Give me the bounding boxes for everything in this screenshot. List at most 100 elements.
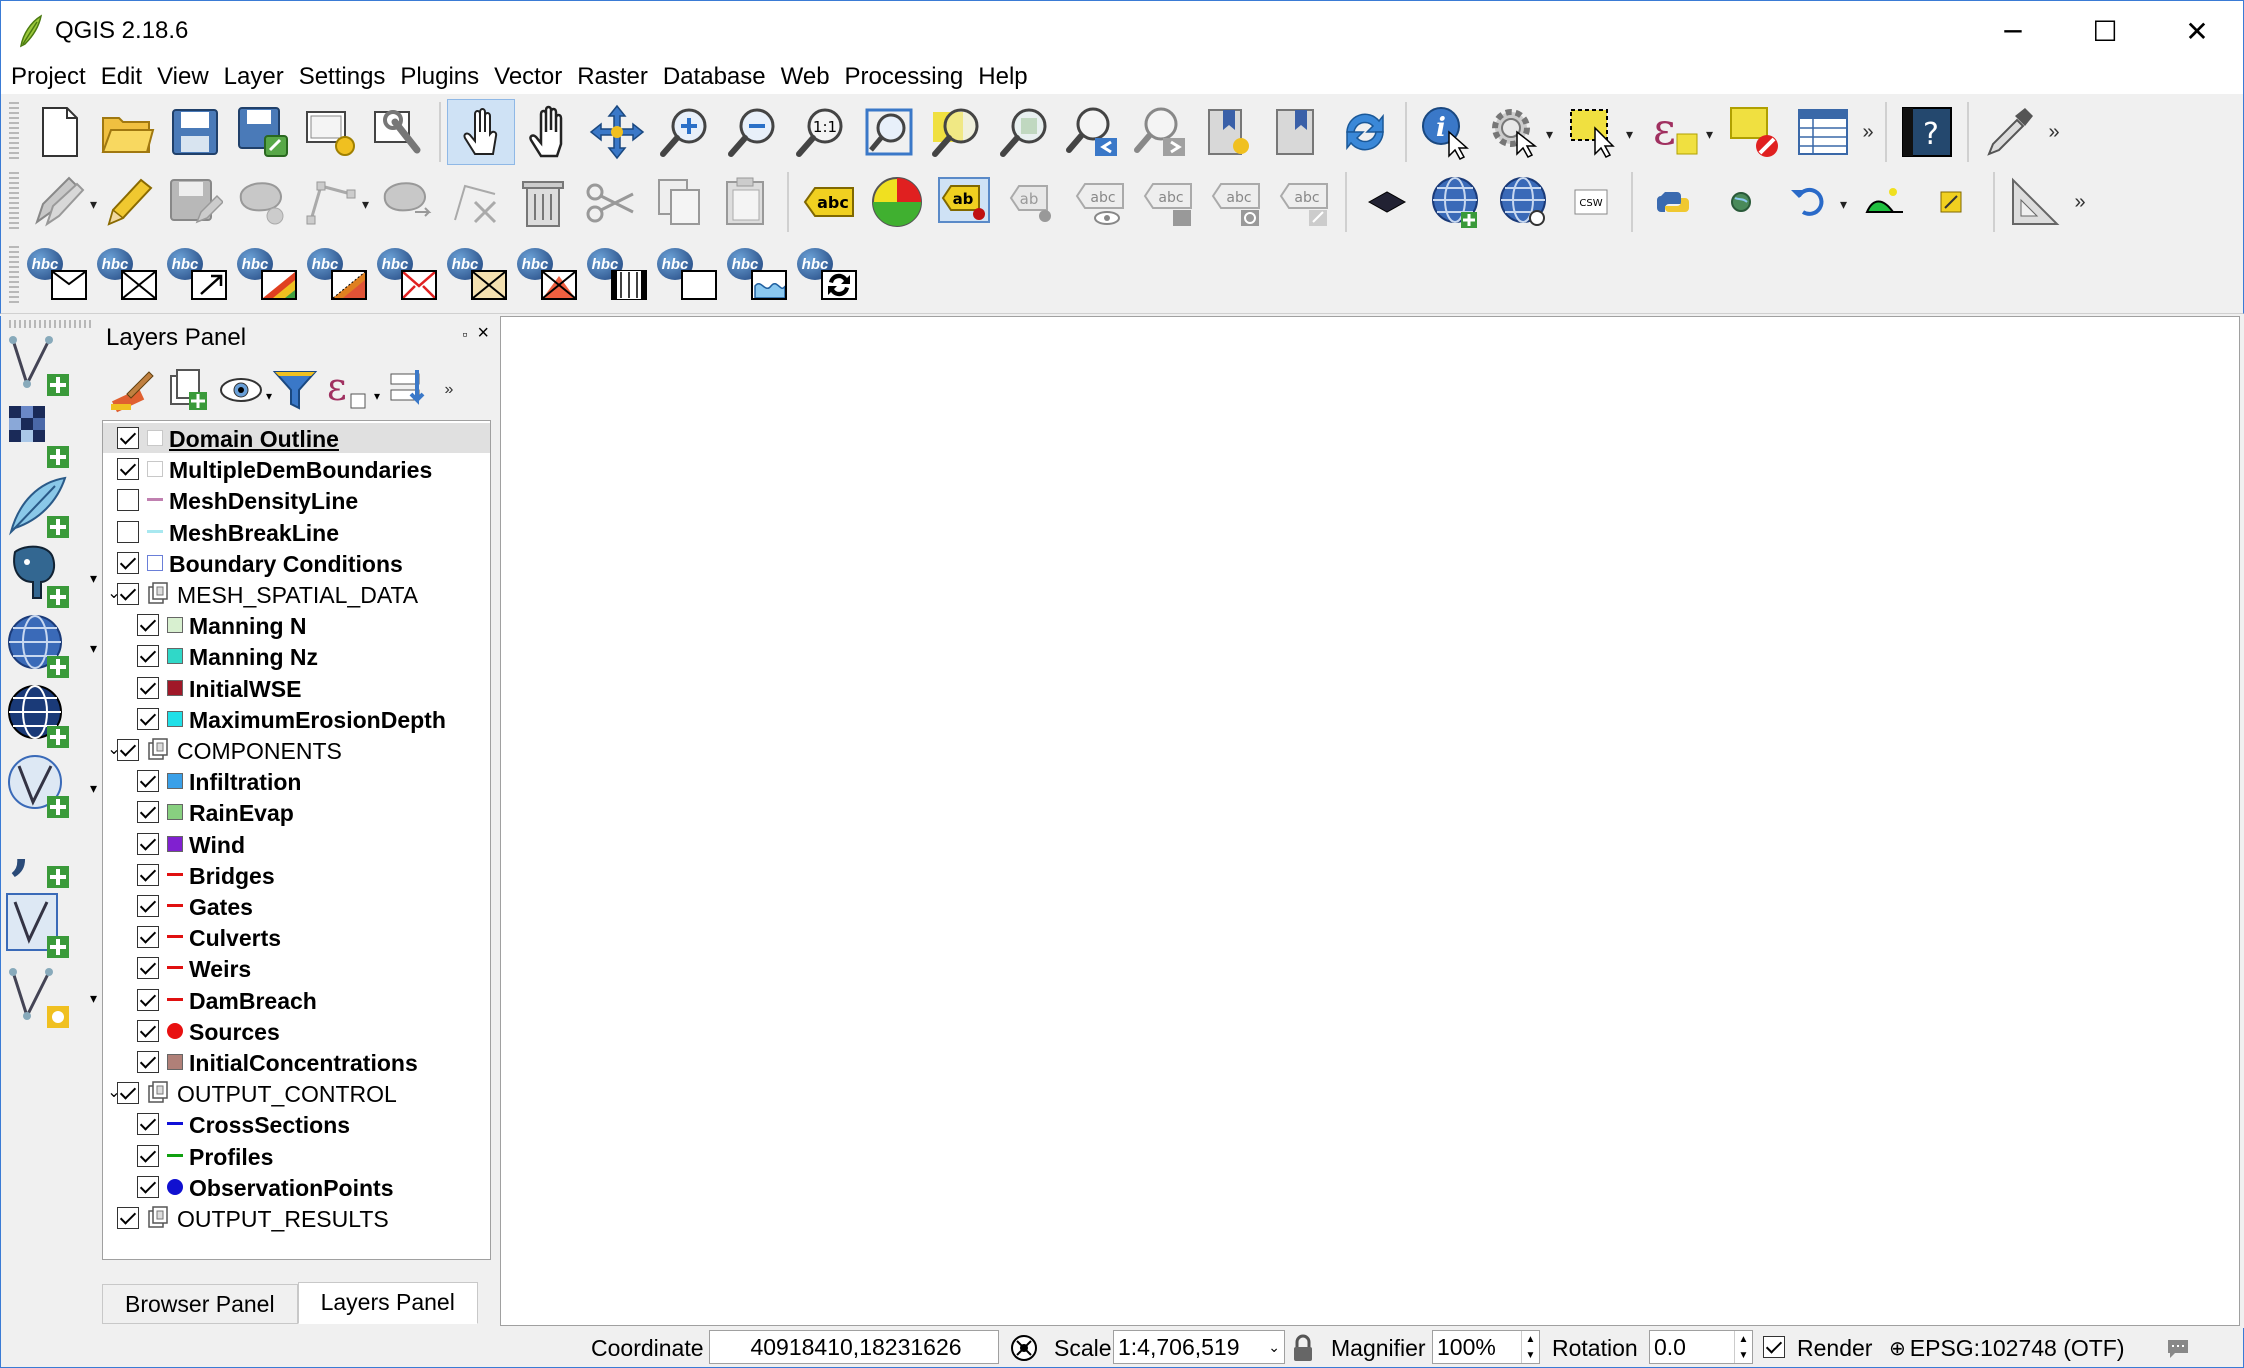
layer-row[interactable]: Domain Outline <box>103 423 490 453</box>
layer-visibility-checkbox[interactable] <box>137 676 159 699</box>
layer-visibility-checkbox[interactable] <box>117 427 139 449</box>
layer-visibility-checkbox[interactable] <box>137 1113 159 1136</box>
zoom-to-selection-button[interactable] <box>923 99 991 165</box>
panel-toolbar-more-button[interactable]: » <box>438 381 460 399</box>
cut-features-button[interactable] <box>577 169 645 235</box>
coordinate-field[interactable]: 40918410,18231626 <box>709 1330 999 1364</box>
layer-visibility-checkbox[interactable] <box>137 801 159 824</box>
magnifier-spinbox[interactable]: 100% ▲ ▼ <box>1432 1330 1540 1364</box>
layer-visibility-checkbox[interactable] <box>137 926 159 949</box>
value-tool-button[interactable] <box>1975 99 2043 165</box>
add-wms-layer-side-button[interactable]: ▾ <box>5 612 97 680</box>
hbc-red-envelope-button[interactable]: hbc <box>375 246 445 306</box>
move-feature-button[interactable] <box>373 169 441 235</box>
layer-row[interactable]: Manning Nz <box>103 641 490 671</box>
hbc-yellow-cross-button[interactable]: hbc <box>445 246 515 306</box>
copy-features-button[interactable] <box>645 169 713 235</box>
render-checkbox[interactable] <box>1763 1336 1785 1358</box>
composer-manager-button[interactable] <box>365 99 433 165</box>
add-feature-button[interactable] <box>229 169 297 235</box>
layer-visibility-checkbox[interactable] <box>117 583 139 605</box>
add-raster-layer-button[interactable] <box>5 402 85 470</box>
add-spatialite-layer-button[interactable] <box>5 472 85 540</box>
terrain-profile-button[interactable] <box>1851 169 1919 235</box>
toolbar-handle[interactable] <box>9 172 19 232</box>
expand-all-button[interactable] <box>384 363 438 417</box>
layer-row[interactable]: Infiltration <box>103 766 490 796</box>
zoom-full-button[interactable] <box>855 99 923 165</box>
save-as-button[interactable] <box>229 99 297 165</box>
hbc-contour-button[interactable]: hbc <box>305 246 375 306</box>
pin-unpin-labels-button[interactable]: ab <box>999 169 1067 235</box>
hbc-chart-button[interactable]: hbc <box>725 246 795 306</box>
menu-plugins[interactable]: Plugins <box>400 61 479 93</box>
layer-row[interactable]: MeshBreakLine <box>103 517 490 547</box>
show-bookmarks-button[interactable] <box>1263 99 1331 165</box>
hbc-color-map-button[interactable]: hbc <box>235 246 305 306</box>
open-project-button[interactable] <box>93 99 161 165</box>
save-project-button[interactable] <box>161 99 229 165</box>
layer-row[interactable]: Profiles <box>103 1141 490 1171</box>
layer-tree[interactable]: Domain Outline MultipleDemBoundaries MeshD… <box>102 420 491 1260</box>
hbc-new-button[interactable]: hbc <box>95 246 165 306</box>
panel-float-button[interactable]: ▫ <box>462 326 467 342</box>
filter-by-expression-button[interactable]: ε ▾ <box>322 363 380 417</box>
add-wcs-layer-button[interactable] <box>5 682 85 750</box>
current-edits-button[interactable]: ▾ <box>25 169 97 235</box>
layer-visibility-checkbox[interactable] <box>137 645 159 668</box>
pan-map-button[interactable] <box>515 99 583 165</box>
layer-row[interactable]: Manning N <box>103 610 490 640</box>
add-wms-layer-button[interactable] <box>1421 169 1489 235</box>
delete-selected-button[interactable] <box>509 169 577 235</box>
hbc-animation-button[interactable]: hbc <box>585 246 655 306</box>
crs-button[interactable]: ⊕ EPSG:102748 (OTF) <box>1889 1332 2125 1364</box>
layer-visibility-checkbox[interactable] <box>137 1144 159 1167</box>
delete-part-button[interactable] <box>441 169 509 235</box>
manage-map-themes-button[interactable]: ▾ <box>214 363 272 417</box>
zoom-native-button[interactable]: 1:1 <box>787 99 855 165</box>
new-project-button[interactable] <box>25 99 93 165</box>
rotate-label-button[interactable]: abc <box>1203 169 1271 235</box>
panel-close-button[interactable]: × <box>477 323 489 343</box>
add-wfs-layer-button[interactable]: ▾ <box>5 752 97 820</box>
touch-zoom-pan-button[interactable] <box>447 99 515 165</box>
layer-row[interactable]: MultipleDemBoundaries <box>103 454 490 484</box>
menu-layer[interactable]: Layer <box>224 61 284 93</box>
zoom-next-button[interactable] <box>1127 99 1195 165</box>
layer-row[interactable]: InitialWSE <box>103 673 490 703</box>
layer-visibility-checkbox[interactable] <box>117 1207 139 1229</box>
pan-to-selection-button[interactable] <box>583 99 651 165</box>
layer-labeling-button[interactable]: abc <box>795 169 863 235</box>
open-attribute-table-button[interactable] <box>1789 99 1857 165</box>
paste-features-button[interactable] <box>713 169 781 235</box>
toggle-extents-icon[interactable] <box>1009 1332 1039 1364</box>
menu-raster[interactable]: Raster <box>577 61 648 93</box>
zoom-last-button[interactable] <box>1059 99 1127 165</box>
add-vector-layer-button[interactable] <box>5 330 85 398</box>
scale-combobox[interactable]: 1:4,706,519 ⌄ <box>1113 1330 1285 1364</box>
layer-visibility-checkbox[interactable] <box>117 520 139 543</box>
hbc-edit-button[interactable]: hbc <box>25 246 95 306</box>
layer-visibility-checkbox[interactable] <box>137 895 159 917</box>
layer-visibility-checkbox[interactable] <box>137 707 159 730</box>
add-delimited-text-button[interactable]: , <box>5 822 85 890</box>
layer-row[interactable]: Culverts <box>103 922 490 952</box>
layer-styling-button[interactable] <box>106 363 160 417</box>
toolbar-handle[interactable] <box>9 102 19 162</box>
toolbar-more-button-3[interactable]: » <box>2069 191 2091 214</box>
messages-icon[interactable] <box>2165 1332 2191 1364</box>
select-features-button[interactable]: ▾ <box>1561 99 1633 165</box>
filter-legend-button[interactable] <box>268 363 322 417</box>
layer-visibility-checkbox[interactable] <box>137 863 159 886</box>
layer-row[interactable]: Gates <box>103 891 490 921</box>
diagram-properties-button[interactable] <box>863 169 931 235</box>
menu-project[interactable]: Project <box>11 61 86 93</box>
layer-group-row[interactable]: ⌄ MESH_SPATIAL_DATA <box>103 579 490 609</box>
layer-row[interactable]: ObservationPoints <box>103 1172 490 1202</box>
menu-edit[interactable]: Edit <box>101 61 142 93</box>
layer-visibility-checkbox[interactable] <box>137 957 159 980</box>
node-tool-button[interactable]: ▾ <box>297 169 369 235</box>
map-canvas[interactable] <box>500 316 2240 1326</box>
python-console-button[interactable] <box>1639 169 1707 235</box>
measure-angle-button[interactable] <box>2001 169 2069 235</box>
